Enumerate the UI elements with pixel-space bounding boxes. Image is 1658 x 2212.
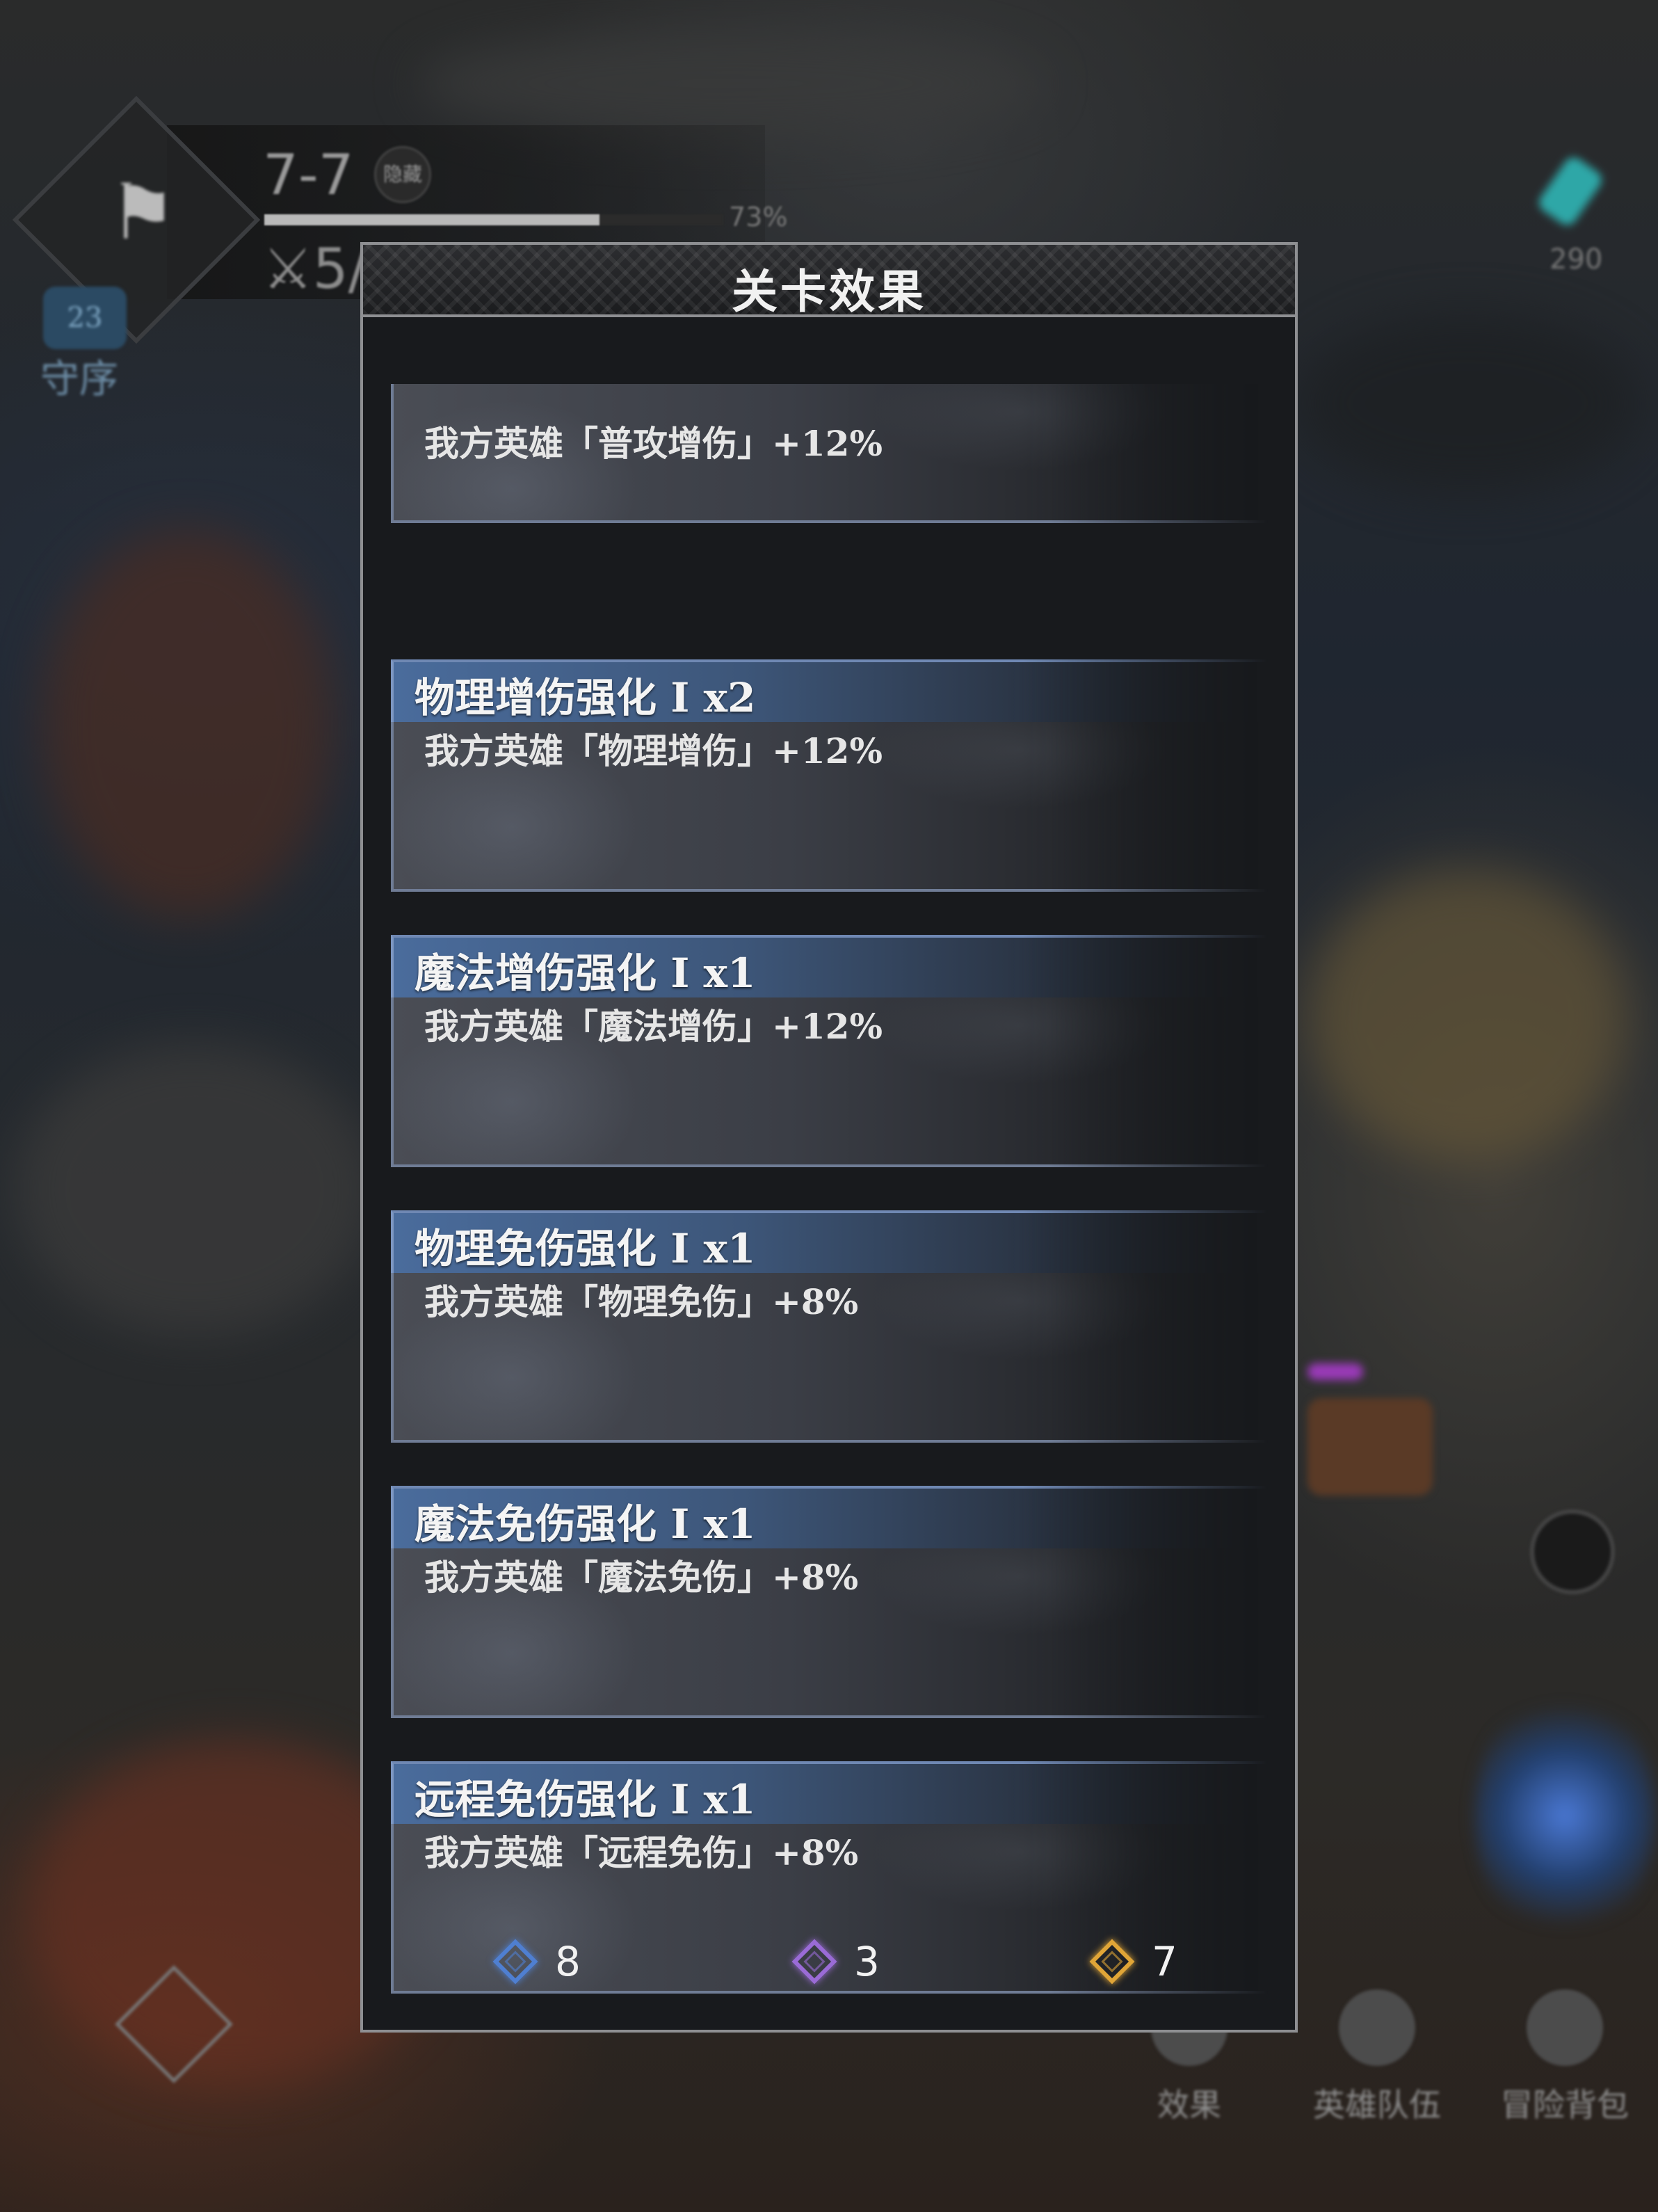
effect-title: 物理免伤强化 I x1 [414,1225,756,1272]
effect-description: 我方英雄「魔法增伤」+12% [424,1006,883,1047]
effect-card: 魔法免伤强化 I x1 我方英雄「魔法免伤」+8% [391,1486,1269,1718]
stage-effects-panel: 关卡效果 我方英雄「普攻增伤」+12% 物理增伤强化 I x2 我方英雄「物理增… [360,242,1298,2033]
kill-count: ⚔5/ [263,237,367,301]
portal-glow [1474,1683,1655,1948]
panel-header: 关卡效果 [363,245,1295,319]
resource-count: 290 [1550,243,1603,275]
tree-blob [42,529,334,918]
treasure-chest-icon [1307,1398,1433,1496]
effect-description: 我方英雄「物理增伤」+12% [424,730,883,771]
level-label: 守序 [40,357,118,402]
menu-emblem-button[interactable] [49,1965,233,2087]
adventure-bag-button[interactable]: 冒险背包 [1495,1989,1634,2124]
kill-count-value: 5/ [312,237,367,301]
enemy-marker-icon [1307,1363,1363,1380]
stage-badge: 隐藏 [374,146,431,203]
hero-team-icon [1339,1989,1415,2066]
effect-card: 物理免伤强化 I x1 我方英雄「物理免伤」+8% [391,1210,1269,1443]
effect-list: 我方英雄「普攻增伤」+12% 物理增伤强化 I x2 我方英雄「物理增伤」+12… [391,384,1269,2037]
grass-blob [1307,869,1627,1162]
cliff-blob [1294,313,1641,494]
level-badge: 23 [43,287,127,349]
purple-currency: 3 [791,1927,880,1996]
effect-description: 我方英雄「魔法免伤」+8% [424,1557,859,1598]
flag-icon[interactable]: ⚑ [97,174,188,250]
effect-title: 魔法免伤强化 I x1 [414,1500,756,1548]
blue-currency: 8 [492,1927,581,1996]
effect-title: 魔法增伤强化 I x1 [414,949,756,997]
effect-description: 我方英雄「远程免伤」+8% [424,1832,859,1873]
effect-title: 物理增伤强化 I x2 [414,674,756,721]
blue-gem-icon [492,1939,538,1985]
stage-progress-bar [264,214,723,225]
currency-row: 8 3 7 [363,1927,1295,1996]
purple-currency-value: 3 [854,1938,880,1985]
gold-currency: 7 [1089,1927,1177,1996]
bag-icon [1527,1989,1603,2066]
effect-title: 远程免伤强化 I x1 [414,1776,756,1823]
effect-card: 物理增伤强化 I x2 我方英雄「物理增伤」+12% [391,659,1269,892]
crossed-swords-icon: ⚔ [263,237,313,301]
stage-progress-label: 73% [729,202,788,232]
purple-gem-icon [791,1939,837,1985]
settings-icon[interactable] [1530,1509,1615,1594]
hero-team-button[interactable]: 英雄队伍 [1307,1989,1447,2124]
panel-title: 关卡效果 [732,264,926,319]
adventure-bag-button-label: 冒险背包 [1501,2086,1629,2124]
effects-button-label: 效果 [1157,2086,1221,2124]
gold-gem-icon [1089,1939,1135,1985]
effect-card: 我方英雄「普攻增伤」+12% [391,384,1269,523]
gold-currency-value: 7 [1152,1938,1177,1985]
effect-description: 我方英雄「普攻增伤」+12% [424,423,883,464]
ground-blob [417,28,1043,139]
effect-description: 我方英雄「物理免伤」+8% [424,1281,859,1322]
blue-currency-value: 8 [555,1938,581,1985]
emblem-icon [115,1965,233,2083]
effect-card: 魔法增伤强化 I x1 我方英雄「魔法增伤」+12% [391,935,1269,1167]
stage-number: 7-7 [263,143,354,207]
hero-team-button-label: 英雄队伍 [1313,2086,1441,2124]
rock-blob [14,1043,376,1336]
stage-progress-fill [264,214,599,225]
